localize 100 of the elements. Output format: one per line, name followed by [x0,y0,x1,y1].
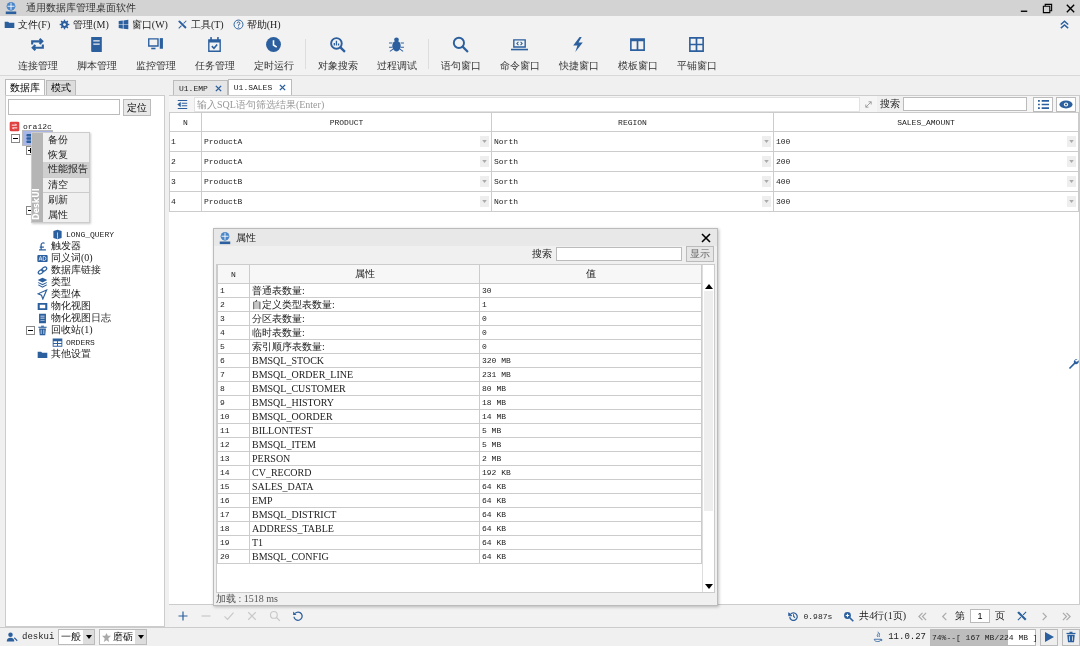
row-number: 16 [220,496,230,505]
table-cell: BILLONTEST [252,425,313,436]
table-cell: 18 MB [482,398,506,407]
tree-item[interactable]: 类型 [51,275,71,289]
table-cell: SALES_DATA [252,481,314,492]
row-number: 1 [171,137,176,146]
table-cell: 231 MB [482,370,511,379]
toolbar-button[interactable]: 过程调试 [367,35,426,73]
row-number: 2 [220,300,225,309]
panel-tab[interactable]: 模式 [46,80,76,95]
context-menu-item[interactable]: 备份 [43,133,89,148]
context-menu-item[interactable]: 刷新 [43,192,89,208]
toolbar-button[interactable]: 任务管理 [185,35,244,73]
tree-item[interactable]: 同义词(0) [51,251,93,265]
mode-dropdown[interactable]: 一般 [58,629,96,645]
tree-item[interactable]: 触发器 [51,239,81,253]
column-header[interactable]: 属性 [249,265,480,284]
table-cell: 1 [482,300,487,309]
query-time: 0.987s [803,611,833,621]
menu-item[interactable]: 窗口(W) [131,17,168,32]
table-cell: BMSQL_CUSTOMER [252,383,346,394]
tree-item[interactable]: ora12c [23,121,52,131]
table-cell: ProductB [204,197,243,206]
row-number: 14 [220,468,230,477]
row-number: 6 [220,356,225,365]
row-number: 19 [220,538,230,547]
menu-item[interactable]: 工具(T) [190,17,224,32]
menu-item[interactable]: 管理(M) [73,17,109,32]
toolbar-button[interactable]: 连接管理 [8,35,67,73]
row-number: 5 [220,342,225,351]
table-cell: BMSQL_ORDER_LINE [252,369,354,380]
row-count: 共4行(1页) [859,609,906,623]
table-cell: T1 [252,537,264,548]
panel-tab[interactable]: 数据库 [5,79,45,95]
tree-item[interactable]: 其他设置 [51,347,91,361]
table-cell: CV_RECORD [252,467,312,478]
toolbar-button[interactable]: 模板窗口 [608,35,667,73]
menu-item[interactable]: 帮助(H) [246,17,281,32]
context-menu-item[interactable]: 性能报告 [43,162,89,177]
column-header[interactable]: SALES_AMOUNT [773,113,1079,132]
tree-item[interactable]: 物化视图日志 [51,311,111,325]
row-number: 4 [171,197,176,206]
table-cell: BMSQL_DISTRICT [252,509,337,520]
tree-item[interactable]: 回收站(1) [51,323,93,337]
row-number: 1 [220,286,225,295]
row-number: 11 [220,426,230,435]
row-number: 20 [220,552,230,561]
row-number: 12 [220,440,230,449]
table-cell: North [494,197,518,206]
column-header[interactable]: PRODUCT [201,113,492,132]
toolbar-button[interactable]: 命令窗口 [490,35,549,73]
table-cell: 普通表数量: [252,285,305,296]
column-header[interactable]: N [217,265,250,284]
toolbar-button[interactable]: 语句窗口 [431,35,490,73]
table-cell: 分区表数量: [252,313,305,324]
sql-filter-field[interactable]: 输入SQL语句筛选结果(Enter) [194,96,860,112]
show-button[interactable]: 显示 [686,246,714,262]
table-cell: Sorth [494,157,518,166]
row-number: 10 [220,412,230,421]
row-number: 3 [220,314,225,323]
column-header[interactable]: N [169,113,202,132]
context-menu-item[interactable]: 恢复 [43,147,89,162]
tree-item[interactable]: ORDERS [66,337,95,347]
table-cell: 300 [776,197,791,206]
toolbar-button[interactable]: 定时运行 [244,35,303,73]
row-number: 7 [220,370,225,379]
editor-tab[interactable]: U1.EMP [173,80,228,95]
locate-button[interactable]: 定位 [123,99,151,116]
toolbar-button[interactable]: 快捷窗口 [549,35,608,73]
page-label: 第 [955,609,965,623]
table-cell: 200 [776,157,791,166]
search-label: 搜索 [877,96,903,112]
tree-item[interactable]: 数据库链接 [51,263,101,277]
toolbar-button[interactable]: 脚本管理 [67,35,126,73]
window-title: 通用数据库管理桌面软件 [26,1,136,15]
table-cell: 100 [776,137,791,146]
context-menu-item[interactable]: 属性 [43,207,89,222]
row-number: 15 [220,482,230,491]
tree-item[interactable]: LONG_QUERY [66,229,114,239]
tree-item[interactable]: 物化视图 [51,299,91,313]
table-cell: ADDRESS_TABLE [252,523,334,534]
page-field[interactable]: 1 [970,609,990,623]
table-cell: 192 KB [482,468,511,477]
context-menu-item[interactable]: 清空 [43,176,89,192]
editor-tab[interactable]: U1.SALES [227,79,293,95]
style-dropdown[interactable]: 磨砺 [99,629,148,645]
column-header[interactable]: 值 [479,265,702,284]
table-cell: BMSQL_HISTORY [252,397,335,408]
table-cell: 5 MB [482,426,502,435]
table-cell: 64 KB [482,552,506,561]
menu-item[interactable]: 文件(F) [18,17,51,32]
toolbar-button[interactable]: 监控管理 [126,35,185,73]
tree-item[interactable]: 类型体 [51,287,81,301]
toolbar-button[interactable]: 对象搜索 [308,35,367,73]
table-cell: PERSON [252,453,291,464]
toolbar-button[interactable]: 平铺窗口 [667,35,726,73]
table-cell: 2 MB [482,454,502,463]
column-header[interactable]: REGION [491,113,774,132]
java-version: 11.0.27 [888,632,926,642]
table-cell: Sorth [494,177,518,186]
